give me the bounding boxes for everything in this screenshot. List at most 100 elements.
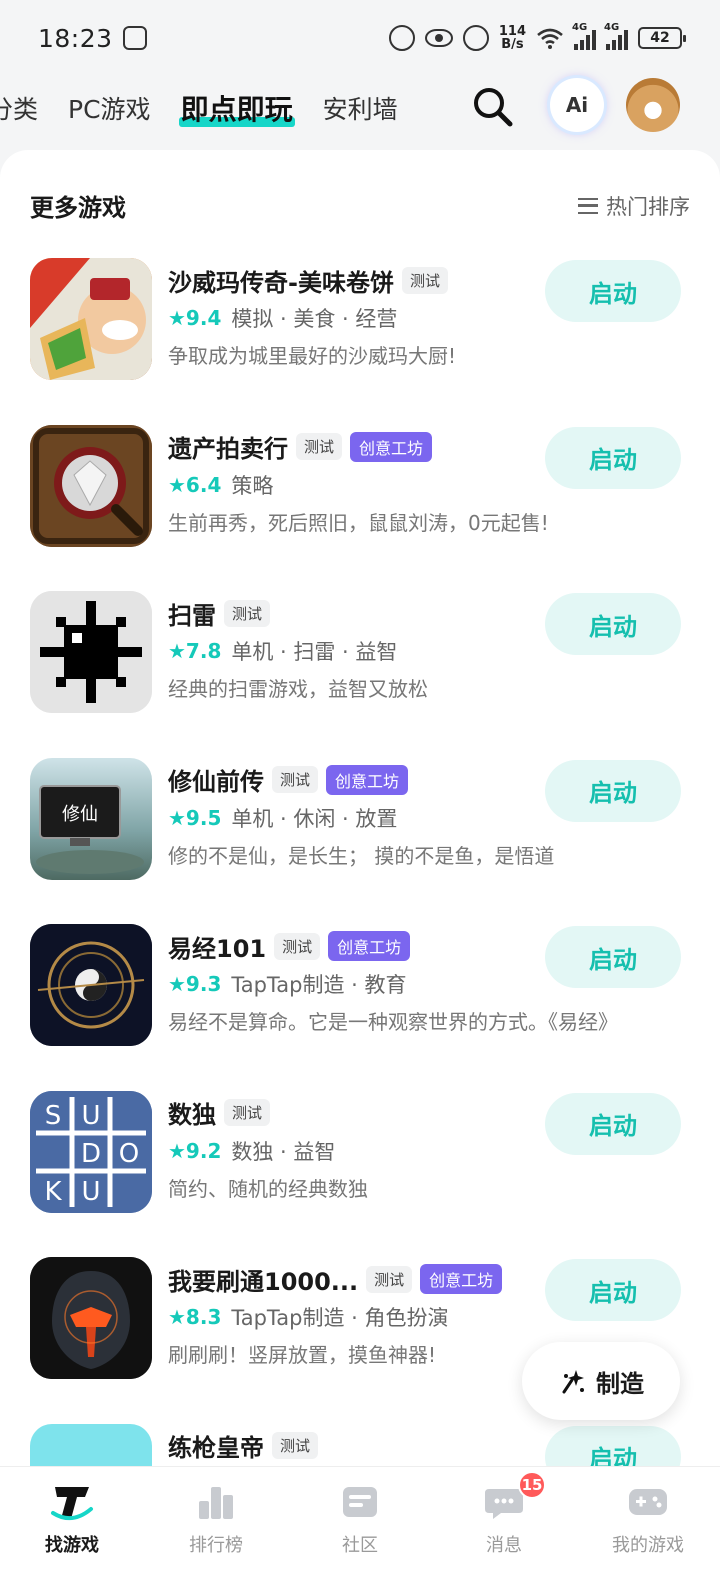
game-info: 数独 测试 ★9.2 数独 · 益智 简约、随机的经典数独 (168, 1095, 528, 1202)
nav-ranking[interactable]: 排行榜 (144, 1467, 288, 1588)
menu-icon (578, 197, 598, 214)
tag-test: 测试 (272, 1432, 319, 1459)
game-info: 遗产拍卖行 测试 创意工坊 ★6.4 策略 生前再秀，死后照旧，鼠鼠刘涛，0元起… (168, 429, 549, 536)
name-row: 扫雷 测试 (168, 595, 528, 631)
game-name: 我要刷通1000... (168, 1267, 359, 1296)
section-title: 更多游戏 (30, 194, 126, 222)
tab-pc-games[interactable]: PC游戏 (68, 90, 151, 126)
game-icon-gun[interactable] (30, 1423, 152, 1470)
game-genres: 单机 · 扫雷 · 益智 (231, 640, 398, 664)
game-name: 易经101 (168, 934, 267, 963)
game-name: 数独 (168, 1101, 216, 1129)
nav-my-games[interactable]: 我的游戏 (576, 1467, 720, 1588)
alarm-icon (462, 25, 489, 51)
game-icon-auction[interactable] (30, 424, 152, 547)
battery-level: 42 (650, 30, 670, 46)
list-item[interactable]: 沙威玛传奇-美味卷饼 测试 ★9.4 模拟 · 美食 · 经营 争取成为城里最好… (0, 258, 720, 425)
name-row: 沙威玛传奇-美味卷饼 测试 (168, 262, 528, 298)
category-tabs: 分类 PC游戏 即点即玩 安利墙 (0, 88, 428, 128)
start-button[interactable]: 启动 (545, 260, 681, 322)
start-button[interactable]: 启动 (545, 1259, 681, 1321)
start-button[interactable]: 启动 (545, 1425, 681, 1470)
game-rating: ★8.3 (168, 1305, 222, 1329)
status-bar: 18:23 114 B/s 4G 4G 42 (0, 0, 720, 76)
game-desc: 争取成为城里最好的沙威玛大厨! (168, 344, 457, 368)
game-desc: 修的不是仙，是长生； 摸的不是鱼，是悟道 (168, 843, 555, 868)
ai-button[interactable]: Ai (550, 78, 604, 132)
start-button[interactable]: 启动 (545, 426, 681, 489)
sudoku-cell: K (44, 1177, 62, 1207)
create-button[interactable]: 制造 (522, 1342, 680, 1420)
game-genres: TapTap制造 · 教育 (231, 973, 407, 997)
tag-workshop: 创意工坊 (328, 931, 411, 961)
gamepad-icon (629, 1489, 667, 1515)
game-info: 沙威玛传奇-美味卷饼 测试 ★9.4 模拟 · 美食 · 经营 争取成为城里最好… (168, 262, 528, 369)
status-time: 18:23 (38, 23, 113, 53)
hd-icon (388, 25, 415, 51)
list-item[interactable]: S U D O K U 数独 测试 ★9.2 数独 · 益智 简约、随机的经典数… (0, 1090, 720, 1258)
game-rating: ★9.4 (168, 306, 222, 330)
game-name: 沙威玛传奇-美味卷饼 (168, 268, 394, 297)
tab-category[interactable]: 分类 (0, 90, 38, 126)
name-row: 我要刷通1000... 测试 创意工坊 (168, 1261, 528, 1297)
nav-messages[interactable]: 15 消息 (432, 1467, 576, 1588)
list-item[interactable]: 扫雷 测试 ★7.8 单机 · 扫雷 · 益智 经典的扫雷游戏，益智又放松 启动 (0, 591, 720, 758)
game-desc: 经典的扫雷游戏，益智又放松 (168, 677, 428, 701)
tag-test: 测试 (224, 1099, 271, 1126)
meta-row: ★9.4 模拟 · 美食 · 经营 (168, 300, 528, 336)
start-button[interactable]: 启动 (545, 759, 681, 822)
nav-find-games[interactable]: 找游戏 (0, 1467, 144, 1588)
sudoku-cell: O (119, 1139, 139, 1169)
nav-label: 我的游戏 (612, 1535, 684, 1556)
game-genres: 单机 · 休闲 · 放置 (231, 806, 398, 831)
game-desc: 简约、随机的经典数独 (168, 1176, 368, 1201)
game-icon-minesweeper[interactable] (30, 591, 152, 713)
sort-button[interactable]: 热门排序 (578, 191, 690, 221)
tag-test: 测试 (272, 766, 319, 793)
tab-recommend-wall[interactable]: 安利墙 (323, 90, 398, 126)
sudoku-cell: D (81, 1139, 101, 1169)
game-icon-yijing[interactable] (30, 924, 152, 1046)
start-button[interactable]: 启动 (545, 1092, 681, 1155)
game-info: 扫雷 测试 ★7.8 单机 · 扫雷 · 益智 经典的扫雷游戏，益智又放松 (168, 595, 528, 702)
create-label: 制造 (596, 1369, 644, 1398)
game-desc: 生前再秀，死后照旧，鼠鼠刘涛，0元起售! (168, 510, 549, 535)
notification-icon (122, 26, 147, 50)
wifi-icon (537, 28, 563, 49)
start-button[interactable]: 启动 (545, 593, 681, 655)
start-button[interactable]: 启动 (545, 926, 681, 988)
game-rating: ★9.2 (168, 1138, 222, 1163)
game-rating: ★6.4 (168, 472, 222, 497)
nav-label: 找游戏 (45, 1535, 99, 1556)
list-item[interactable]: 遗产拍卖行 测试 创意工坊 ★6.4 策略 生前再秀，死后照旧，鼠鼠刘涛，0元起… (0, 424, 720, 592)
game-desc: 易经不是算命。它是一种观察世界的方式。《易经》 (168, 1010, 618, 1034)
name-row: 遗产拍卖行 测试 创意工坊 (168, 429, 528, 465)
search-icon[interactable] (470, 84, 516, 130)
meta-row: ★9.2 数独 · 益智 (168, 1133, 528, 1169)
name-row: 修仙前传 测试 创意工坊 (168, 762, 528, 798)
game-icon-shawarma[interactable] (30, 258, 152, 380)
game-icon-xiuxian[interactable]: 修仙 (30, 757, 152, 880)
game-name: 修仙前传 (168, 768, 264, 796)
game-list: 沙威玛传奇-美味卷饼 测试 ★9.4 模拟 · 美食 · 经营 争取成为城里最好… (0, 258, 720, 1470)
name-row: 数独 测试 (168, 1095, 528, 1131)
avatar[interactable] (626, 78, 680, 132)
tag-test: 测试 (296, 433, 343, 460)
list-item[interactable]: 练枪皇帝 测试 启动 (0, 1423, 720, 1470)
game-genres: 策略 (231, 473, 274, 498)
game-info: 易经101 测试 创意工坊 ★9.3 TapTap制造 · 教育 易经不是算命。… (168, 928, 618, 1035)
list-item[interactable]: 易经101 测试 创意工坊 ★9.3 TapTap制造 · 教育 易经不是算命。… (0, 924, 720, 1091)
tab-instant-play[interactable]: 即点即玩 (178, 88, 295, 128)
game-genres: 模拟 · 美食 · 经营 (231, 307, 398, 331)
game-icon-knight[interactable] (30, 1257, 152, 1379)
tag-test: 测试 (401, 266, 448, 294)
tag-test: 测试 (274, 932, 321, 960)
game-info: 练枪皇帝 测试 (168, 1428, 528, 1464)
game-icon-sudoku[interactable]: S U D O K U (30, 1090, 152, 1213)
list-item[interactable]: 修仙 修仙前传 测试 创意工坊 ★9.5 单机 · 休闲 · 放置 修的不是仙，… (0, 757, 720, 925)
top-nav: 分类 PC游戏 即点即玩 安利墙 Ai (0, 76, 720, 140)
bottom-nav: 找游戏 排行榜 社区 15 消息 我的游戏 (0, 1466, 720, 1588)
game-name: 练枪皇帝 (168, 1434, 264, 1462)
nav-community[interactable]: 社区 (288, 1467, 432, 1588)
sudoku-cell: U (81, 1177, 100, 1207)
